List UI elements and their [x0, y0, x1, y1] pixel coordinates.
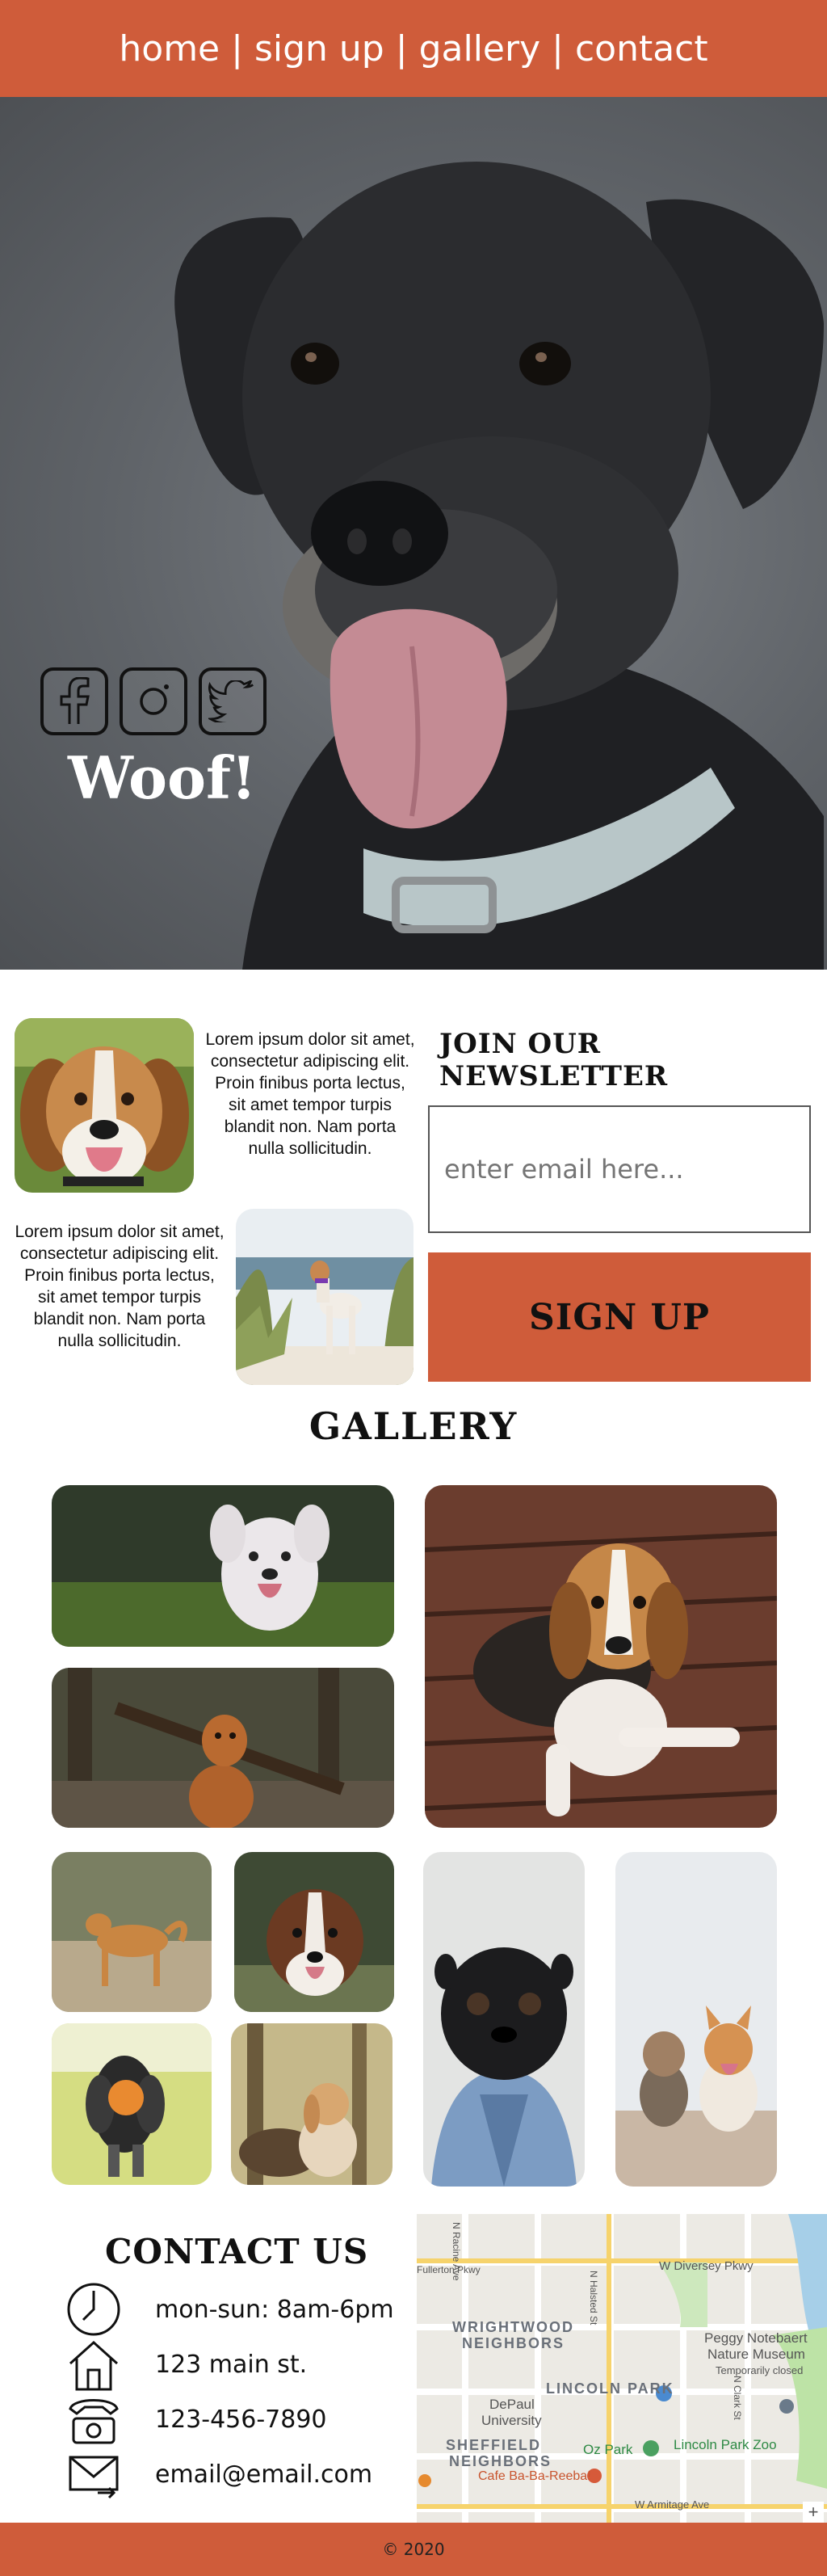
map-label: WRIGHTWOOD: [452, 2319, 574, 2335]
map-label: Fullerton Pkwy: [417, 2264, 481, 2275]
gallery-photo-dog-stick[interactable]: [52, 1668, 394, 1828]
gallery-photo-shiba[interactable]: [52, 1852, 212, 2012]
nav-signup-link[interactable]: sign up: [254, 28, 384, 69]
map-label: N Clark St: [732, 2376, 743, 2420]
copyright-text: © 2020: [382, 2540, 445, 2559]
gallery-photo-spaniel-ball[interactable]: [52, 2023, 212, 2185]
about-blurb-1: Lorem ipsum dolor sit amet, consectetur …: [205, 1030, 415, 1158]
nav-gallery-link[interactable]: gallery: [419, 28, 541, 69]
map-label: Nature Museum: [707, 2347, 805, 2362]
gallery-photo-forest-dog[interactable]: [231, 2023, 393, 2185]
gallery-photo-beagle-bricks[interactable]: [425, 1485, 777, 1828]
instagram-icon[interactable]: [120, 667, 187, 735]
phone-icon: [65, 2393, 123, 2445]
map-label: N Halsted St: [588, 2271, 599, 2326]
nav-contact-link[interactable]: contact: [575, 28, 708, 69]
gallery-photo-pug-jacket[interactable]: [423, 1852, 585, 2187]
signup-button[interactable]: SIGN UP: [428, 1252, 811, 1382]
location-map[interactable]: W Diversey Pkwy WRIGHTWOOD NEIGHBORS Peg…: [417, 2214, 827, 2523]
gallery-title: GALLERY: [309, 1404, 518, 1448]
map-label: Oz Park: [583, 2442, 633, 2457]
contact-phone-text: 123-456-7890: [155, 2405, 327, 2434]
social-links: [40, 667, 267, 735]
map-label: LINCOLN PARK: [546, 2380, 674, 2397]
nav-separator: |: [395, 27, 408, 69]
contact-hours-text: mon-sun: 8am-6pm: [155, 2295, 394, 2324]
contact-email-row: email@email.com: [65, 2448, 372, 2500]
map-label: W Diversey Pkwy: [659, 2259, 754, 2273]
clock-icon: [65, 2283, 123, 2336]
footer: © 2020: [0, 2523, 827, 2576]
beach-dog-photo: [236, 1209, 414, 1385]
map-label: University: [481, 2413, 542, 2428]
map-label: Temporarily closed: [716, 2364, 804, 2376]
map-label: NEIGHBORS: [462, 2335, 565, 2351]
hero-title: Woof!: [68, 743, 257, 812]
map-label: Peggy Notebaert: [704, 2330, 808, 2346]
gallery-photo-aussie[interactable]: [234, 1852, 394, 2012]
hero-dog-image: [174, 162, 824, 970]
contact-email-text[interactable]: email@email.com: [155, 2460, 372, 2489]
hero-banner: Woof!: [0, 97, 827, 970]
map-label: Cafe Ba-Ba-Reeba!: [478, 2469, 591, 2483]
beagle-photo: [15, 1018, 194, 1193]
contact-title: CONTACT US: [105, 2232, 369, 2271]
contact-hours-row: mon-sun: 8am-6pm: [65, 2283, 394, 2336]
map-label: NEIGHBORS: [449, 2453, 552, 2469]
map-label: W Armitage Ave: [635, 2498, 710, 2511]
house-icon: [65, 2338, 123, 2391]
top-nav: home | sign up | gallery | contact: [0, 0, 827, 97]
newsletter-title: JOIN OUR NEWSLETTER: [439, 1028, 669, 1092]
twitter-icon[interactable]: [199, 667, 267, 735]
facebook-icon[interactable]: [40, 667, 108, 735]
gallery-photo-corgis[interactable]: [615, 1852, 777, 2187]
nav-separator: |: [231, 27, 243, 69]
nav-separator: |: [552, 27, 564, 69]
mail-icon: [65, 2448, 123, 2500]
map-label: SHEFFIELD: [446, 2437, 542, 2453]
about-blurb-2: Lorem ipsum dolor sit amet, consectetur …: [15, 1223, 225, 1350]
contact-phone-row: 123-456-7890: [65, 2393, 327, 2445]
contact-address-row: 123 main st.: [65, 2338, 308, 2391]
nav-home-link[interactable]: home: [119, 28, 220, 69]
map-label: Lincoln Park Zoo: [674, 2437, 777, 2452]
map-zoom-in-button[interactable]: +: [803, 2502, 824, 2523]
contact-address-text: 123 main st.: [155, 2350, 308, 2379]
email-input[interactable]: [428, 1105, 811, 1233]
gallery-photo-fluffy-dog[interactable]: [52, 1485, 394, 1647]
map-label: DePaul: [489, 2397, 535, 2412]
